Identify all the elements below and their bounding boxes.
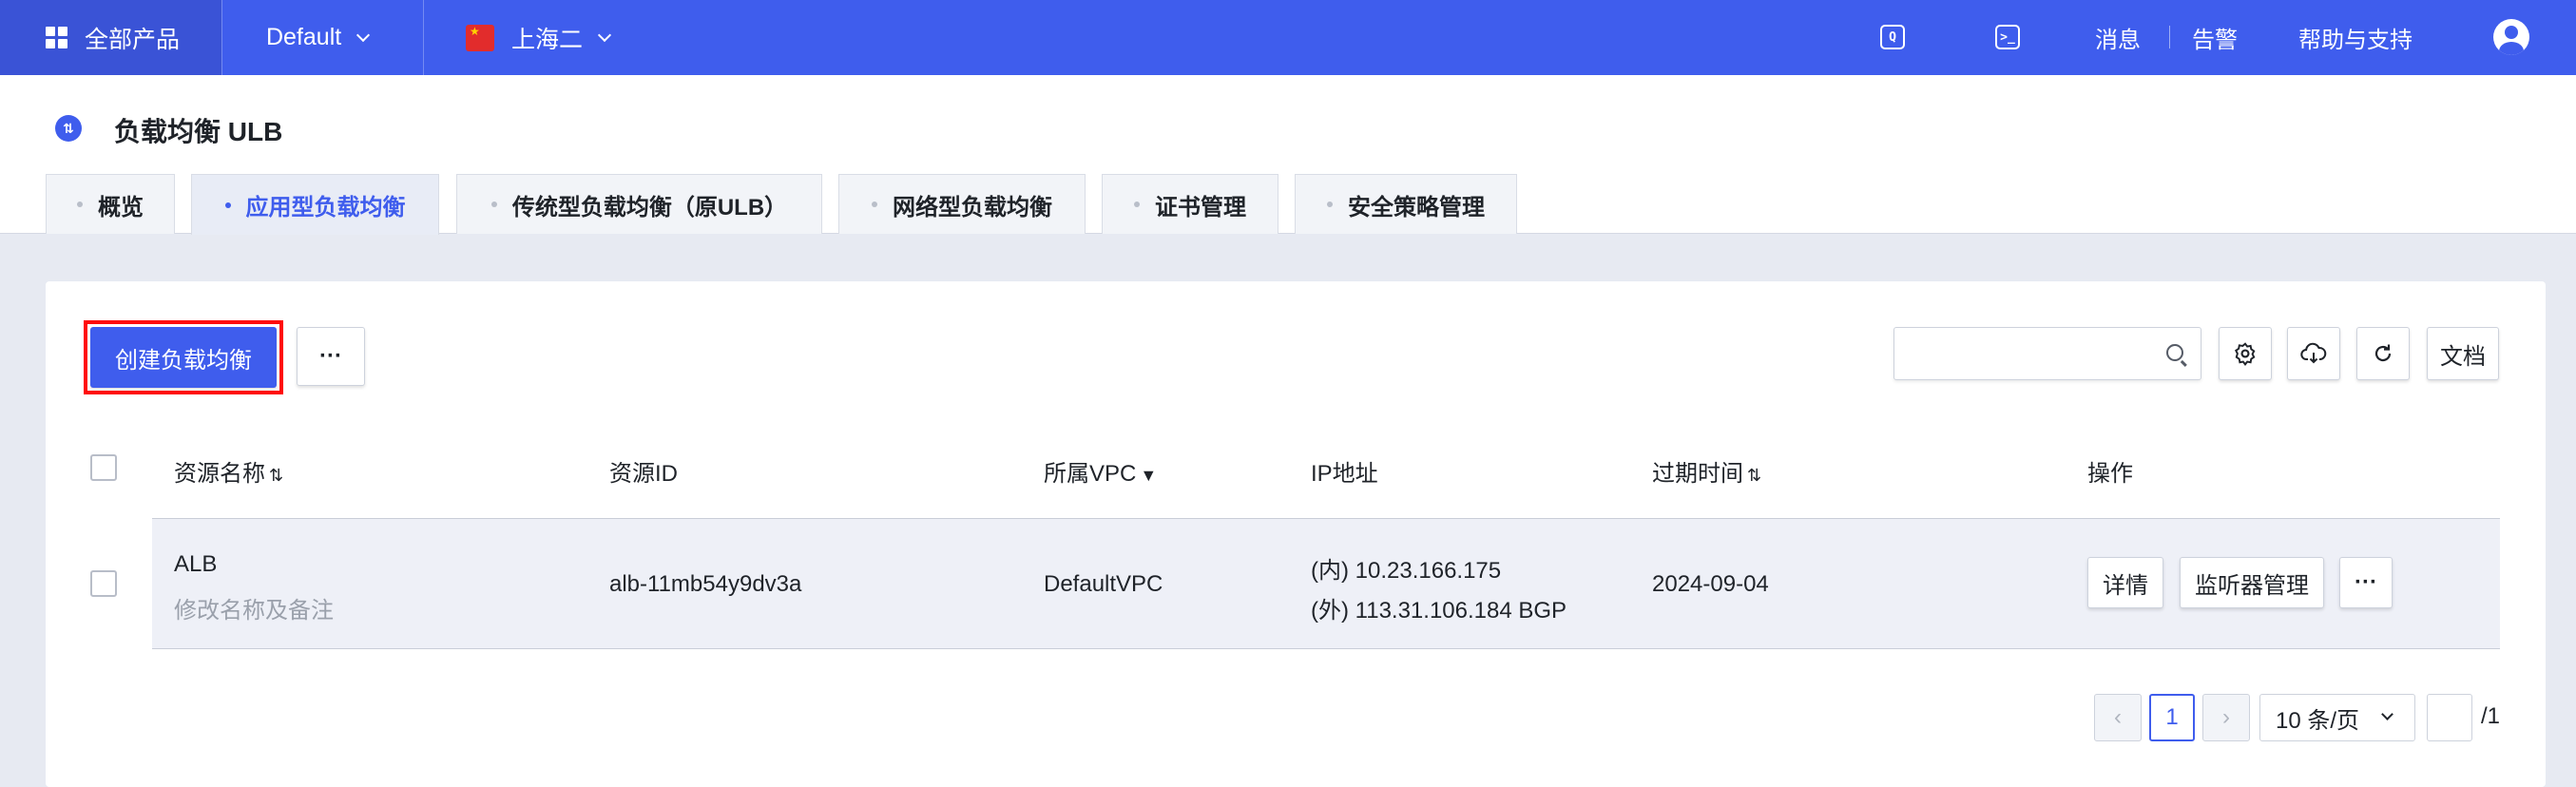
sort-icon[interactable]: ⇅ xyxy=(1747,466,1761,485)
project-label: Default xyxy=(266,24,342,50)
prev-page-button[interactable]: ‹ xyxy=(2094,694,2142,741)
column-header-label: 过期时间 xyxy=(1652,461,1743,487)
user-avatar[interactable] xyxy=(2493,19,2529,55)
resource-id: alb-11mb54y9dv3a xyxy=(609,571,802,597)
column-header-expire[interactable]: 过期时间 ⇅ xyxy=(1652,454,1761,488)
topbar-divider xyxy=(2169,26,2170,48)
top-navigation-bar: 全部产品 Default 上海二 Q >_ 消息 告警 帮助与支持 xyxy=(0,0,2576,75)
tab-label: 安全策略管理 xyxy=(1348,194,1485,221)
tab-label: 概览 xyxy=(98,194,144,221)
more-actions-button[interactable]: ··· xyxy=(297,327,365,386)
settings-button[interactable] xyxy=(2219,327,2272,380)
column-header-actions: 操作 xyxy=(2087,461,2133,487)
vpc-value: DefaultVPC xyxy=(1044,571,1163,597)
search-box[interactable] xyxy=(1894,327,2201,380)
column-header-ip: IP地址 xyxy=(1311,461,1378,487)
column-header-id: 资源ID xyxy=(609,461,678,487)
topbar-divider xyxy=(423,0,424,75)
listener-management-button[interactable]: 监听器管理 xyxy=(2180,557,2324,608)
column-header-name[interactable]: 资源名称 ⇅ xyxy=(174,454,283,488)
chevron-down-icon xyxy=(2381,708,2393,720)
search-icon[interactable]: Q xyxy=(1880,25,1905,49)
tab-dot-icon xyxy=(77,202,83,207)
sort-icon[interactable]: ⇅ xyxy=(269,466,283,485)
alerts-link[interactable]: 告警 xyxy=(2192,0,2238,75)
tab-dot-icon xyxy=(224,202,231,208)
download-button[interactable] xyxy=(2287,327,2340,380)
tab-dot-icon xyxy=(872,202,877,207)
search-input[interactable] xyxy=(1894,328,2151,379)
row-checkbox[interactable] xyxy=(90,570,117,597)
detail-button[interactable]: 详情 xyxy=(2087,557,2163,608)
ip-external: (外) 113.31.106.184 BGP xyxy=(1311,598,1567,624)
tab-classic-lb[interactable]: 传统型负载均衡（原ULB） xyxy=(456,174,822,234)
chevron-down-icon xyxy=(597,28,612,42)
tab-network-lb[interactable]: 网络型负载均衡 xyxy=(838,174,1086,234)
help-support-link[interactable]: 帮助与支持 xyxy=(2298,0,2413,75)
expire-date: 2024-09-04 xyxy=(1652,571,1769,597)
search-icon xyxy=(2166,344,2183,361)
terminal-icon[interactable]: >_ xyxy=(1995,25,2020,49)
all-products-label: 全部产品 xyxy=(85,26,181,53)
tab-label: 传统型负载均衡（原ULB） xyxy=(511,194,788,221)
next-page-button[interactable]: › xyxy=(2202,694,2250,741)
docs-button[interactable]: 文档 xyxy=(2427,327,2499,380)
tab-dot-icon xyxy=(1327,202,1333,207)
topbar-divider xyxy=(221,0,222,75)
page-size-select[interactable]: 10 条/页 xyxy=(2259,694,2415,741)
page-title: 负载均衡 ULB xyxy=(114,117,283,146)
messages-link[interactable]: 消息 xyxy=(2095,0,2141,75)
page-jump-input[interactable] xyxy=(2427,694,2472,741)
refresh-icon xyxy=(2374,344,2392,362)
tab-security-policies[interactable]: 安全策略管理 xyxy=(1295,174,1517,234)
column-header-label: 资源名称 xyxy=(174,461,265,487)
page-1-button[interactable]: 1 xyxy=(2149,694,2195,741)
china-flag-icon xyxy=(466,24,494,51)
load-balancer-icon: ⇅ xyxy=(55,115,82,142)
page-size-label: 10 条/页 xyxy=(2276,707,2360,734)
column-header-label: 所属VPC xyxy=(1044,461,1137,487)
grid-icon xyxy=(46,27,67,48)
tab-label: 应用型负载均衡 xyxy=(245,195,406,221)
resource-name: ALB xyxy=(174,551,218,577)
region-label: 上海二 xyxy=(511,26,584,53)
ip-internal: (内) 10.23.166.175 xyxy=(1311,558,1502,584)
filter-icon[interactable]: ▼ xyxy=(1140,466,1157,485)
chevron-down-icon xyxy=(356,28,371,42)
all-products-menu[interactable]: 全部产品 xyxy=(0,0,221,75)
project-selector[interactable]: Default xyxy=(266,0,371,75)
select-all-checkbox[interactable] xyxy=(90,454,117,481)
column-header-vpc[interactable]: 所属VPC ▼ xyxy=(1044,454,1157,488)
refresh-button[interactable] xyxy=(2356,327,2410,380)
cloud-download-icon xyxy=(2300,342,2327,364)
tab-dot-icon xyxy=(490,202,497,207)
total-pages: /1 xyxy=(2481,703,2501,729)
row-more-button[interactable]: ··· xyxy=(2339,557,2393,608)
region-selector[interactable]: 上海二 xyxy=(466,0,612,75)
tab-certificates[interactable]: 证书管理 xyxy=(1102,174,1278,234)
tab-label: 证书管理 xyxy=(1155,194,1246,221)
tab-overview[interactable]: 概览 xyxy=(46,174,175,234)
tab-label: 网络型负载均衡 xyxy=(893,194,1052,221)
gear-icon xyxy=(2234,342,2256,366)
tab-application-lb[interactable]: 应用型负载均衡 xyxy=(191,174,439,235)
edit-name-link[interactable]: 修改名称及备注 xyxy=(174,591,334,624)
tab-dot-icon xyxy=(1134,202,1140,207)
create-load-balancer-button[interactable]: 创建负载均衡 xyxy=(90,327,277,388)
